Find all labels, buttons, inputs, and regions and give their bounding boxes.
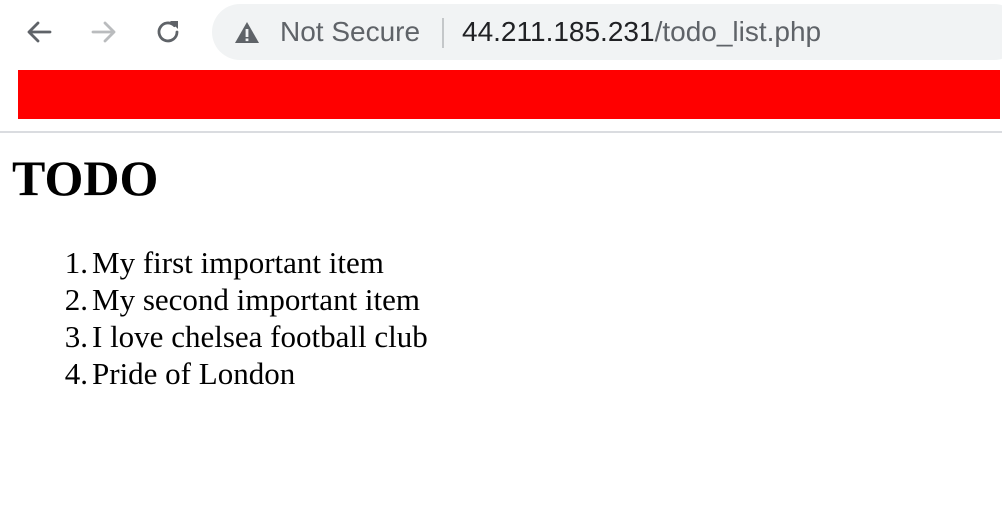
omnibox-divider: [442, 18, 444, 48]
reload-icon: [157, 21, 179, 43]
todo-text: Pride of London: [92, 356, 296, 391]
todo-number: 3.: [64, 319, 88, 354]
url-host: 44.211.185.231: [462, 16, 655, 47]
todo-number: 1.: [64, 245, 88, 280]
reload-button[interactable]: [150, 14, 186, 50]
todo-number: 2.: [64, 282, 88, 317]
url-path: /todo_list.php: [654, 16, 822, 47]
address-bar[interactable]: Not Secure 44.211.185.231/todo_list.php: [212, 4, 1002, 60]
page-title: TODO: [12, 150, 159, 206]
warning-triangle-icon[interactable]: [234, 20, 260, 46]
back-button[interactable]: [21, 14, 57, 50]
red-banner: [18, 70, 1000, 119]
todo-text: My second important item: [92, 282, 421, 317]
todo-text: My first important item: [92, 245, 384, 280]
browser-toolbar: Not Secure 44.211.185.231/todo_list.php: [0, 0, 1002, 66]
forward-arrow-icon: [91, 21, 116, 43]
todo-number: 4.: [64, 356, 88, 391]
forward-button[interactable]: [86, 14, 122, 50]
url-text[interactable]: 44.211.185.231/todo_list.php: [462, 16, 821, 48]
page-content: TODO 1. My first important item 2. My se…: [0, 133, 1002, 510]
todo-text: I love chelsea football club: [92, 319, 428, 354]
back-arrow-icon: [27, 21, 52, 43]
security-status-label[interactable]: Not Secure: [280, 16, 420, 48]
